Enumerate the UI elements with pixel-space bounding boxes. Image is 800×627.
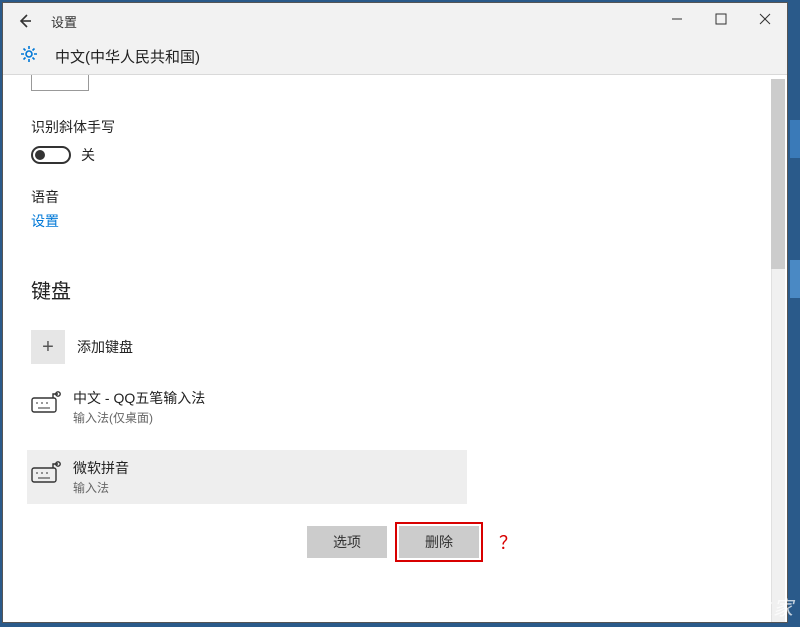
watermark: 系统之家 [678, 592, 794, 621]
content-area: 识别斜体手写 关 语音 设置 键盘 + 添加键盘 中文 - QQ五笔输入法 输入… [3, 75, 787, 622]
maximize-button[interactable] [699, 3, 743, 35]
scrollbar[interactable] [771, 79, 785, 622]
annotation-question: ？ [499, 529, 517, 555]
gear-icon [19, 44, 39, 69]
keyboard-actions: 选项 删除 ？ [307, 522, 759, 562]
window-controls [655, 3, 787, 35]
settings-window: 设置 中文(中华人民共和国) 识别斜体手写 [2, 2, 788, 623]
plus-icon: + [31, 330, 65, 364]
close-button[interactable] [743, 3, 787, 35]
keyboard-item-mspinyin[interactable]: 微软拼音 输入法 [27, 450, 467, 504]
page-subtitle: 中文(中华人民共和国) [55, 46, 200, 67]
add-keyboard-label: 添加键盘 [77, 337, 133, 357]
toggle-state-text: 关 [81, 145, 95, 165]
annotation-highlight: 删除 [395, 522, 483, 562]
keyboard-item-name: 中文 - QQ五笔输入法 [73, 388, 205, 408]
back-button[interactable] [3, 3, 47, 39]
add-keyboard-button[interactable]: + 添加键盘 [31, 330, 759, 364]
scrollbar-thumb[interactable] [771, 79, 785, 269]
handwriting-toggle[interactable] [31, 146, 71, 164]
keyboard-heading: 键盘 [31, 275, 759, 304]
window-title: 设置 [51, 12, 77, 31]
keyboard-item-sub: 输入法(仅桌面) [73, 409, 205, 426]
options-button[interactable]: 选项 [307, 526, 387, 558]
keyboard-item-name: 微软拼音 [73, 458, 129, 478]
keyboard-icon [31, 460, 61, 484]
handwriting-label: 识别斜体手写 [31, 117, 759, 137]
keyboard-icon [31, 390, 61, 414]
titlebar: 设置 中文(中华人民共和国) [3, 3, 787, 75]
keyboard-item-sub: 输入法 [73, 479, 129, 496]
minimize-button[interactable] [655, 3, 699, 35]
cutoff-element [31, 75, 89, 91]
speech-label: 语音 [31, 187, 759, 207]
speech-settings-link[interactable]: 设置 [31, 211, 759, 231]
keyboard-item-qq[interactable]: 中文 - QQ五笔输入法 输入法(仅桌面) [31, 382, 759, 432]
remove-button[interactable]: 删除 [399, 526, 479, 558]
